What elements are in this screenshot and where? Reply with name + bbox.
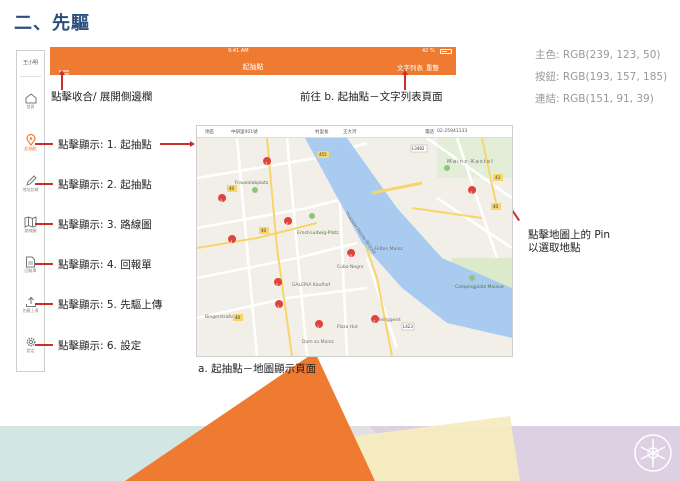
status-time: 9:41 AM [228,48,249,54]
text-list-button[interactable]: 文字列表 [397,62,423,72]
road-number: L3482 [412,146,425,151]
annotation-line [35,303,53,305]
map-info-header: 地區 中研里001號 村里長 王大河 電話 02-25941133 [197,126,512,138]
annotation-show-6: 點擊顯示: 6. 設定 [58,340,142,352]
arrow-right-icon [190,141,195,147]
road-number: 40 [493,204,499,209]
sidebar-item-pickup-point[interactable]: 起抽點 [17,134,44,160]
sidebar: 王小明 首頁 起抽點 地址訪確 路線圖 回報單 先驅上傳 設定 [16,50,45,372]
annotation-line [160,143,190,145]
annotation-show-3: 點擊顯示: 3. 路線圖 [58,219,152,231]
area-value: 中研里001號 [231,130,258,135]
road-number: 40 [229,186,235,191]
refresh-button[interactable]: 重整 [426,62,439,72]
annotation-line [35,183,53,185]
sidebar-item-report[interactable]: 回報單 [17,256,44,282]
map-place-label: Ernst-Ludwig-Platz [297,230,339,236]
sidebar-item-address-check[interactable]: 地址訪確 [17,175,44,201]
sidebar-item-settings[interactable]: 設定 [17,336,44,362]
sidebar-item-label: 起抽點 [24,146,37,151]
gear-icon [26,337,35,347]
road-number: 40 [235,315,241,320]
annotation-line [35,143,53,145]
link-color-info: 連結: RGB(151, 91, 39) [535,93,654,105]
map-place-label: Cubo Negro [337,264,364,270]
sidebar-item-label: 先驅上傳 [22,308,39,313]
app-top-bar: 9:41 AM 42 % 起抽點 文字列表 重整 [50,47,456,78]
map-place-label: Dom zu Mainz [302,339,334,345]
top-bar-title: 起抽點 [242,63,264,71]
button-color-info: 按鈕: RGB(193, 157, 185) [535,71,668,83]
home-icon [25,93,36,104]
road-number: 455 [319,152,327,157]
sidebar-item-label: 首頁 [26,104,35,109]
sidebar-item-label: 地址訪確 [22,187,39,192]
road-number: 40 [261,228,267,233]
map-icon [24,216,37,228]
sidebar-item-upload[interactable]: 先驅上傳 [17,296,44,322]
annotation-line [35,263,53,265]
pencil-icon [25,175,37,186]
annotation-show-5: 點擊顯示: 5. 先驅上傳 [58,299,163,311]
sidebar-item-label: 路線圖 [24,228,37,233]
annotation-line [35,344,53,346]
annotation-show-2: 點擊顯示: 2. 起抽點 [58,179,152,191]
annotation-line [404,73,406,90]
annotation-show-1: 點擊顯示: 1. 起抽點 [58,139,152,151]
map-place-label: Frauenlobplatz [235,180,269,186]
annotation-line [35,223,53,225]
map-place-label: Hilton Mainz [375,246,403,252]
annotation-menu-toggle: 點擊收合/ 展開側邊欄 [51,91,153,103]
page-title: 二、先驅 [14,13,90,34]
primary-color-info: 主色: RGB(239, 123, 50) [535,49,661,61]
map-page-caption: a. 起抽點－地圖顯示頁面 [198,363,317,375]
annotation-pin-hint-2: 以選取地點 [528,242,581,254]
sidebar-item-label: 回報單 [24,268,37,273]
map-place-label: Campingplatz Maiaue [455,284,504,290]
svg-text:10: 10 [347,254,353,259]
phone-label: 電話 [425,130,434,135]
annotation-show-4: 點擊顯示: 4. 回報單 [58,259,152,271]
map-place-label: Pizza Hut [337,324,358,330]
upload-icon [25,296,36,307]
arrow-up-icon [59,70,65,75]
map-page-mockup: 地區 中研里001號 村里長 王大河 電話 02-25941133 Frauen… [196,125,513,357]
owner-label: 村里長 [315,130,329,135]
map-place-label: GALERIA Kaufhof [292,282,331,288]
street-map[interactable]: Frauenlobplatz Ernst-Ludwig-Platz Campin… [197,138,512,356]
owner-value: 王大河 [343,130,357,135]
divider [20,76,41,77]
battery-icon [440,49,452,54]
document-icon [26,256,35,268]
map-place-label: Mainz-Kastel [447,159,494,165]
phone-value: 02-25941133 [437,129,468,134]
arrow-up-icon [402,70,408,75]
status-battery-text: 42 % [422,48,435,54]
area-label: 地區 [205,130,214,135]
road-number: L423 [403,324,413,329]
sidebar-item-label: 設定 [26,348,35,353]
map-place-label: Bingerstraße [205,314,234,320]
map-place-label: Heiliggeist [377,317,401,323]
sidebar-item-route-map[interactable]: 路線圖 [17,216,44,242]
sidebar-item-home[interactable]: 首頁 [17,93,44,119]
brand-logo-icon [634,434,672,472]
sidebar-user-name: 王小明 [22,60,38,66]
annotation-goto-list: 前往 b. 起抽點－文字列表頁面 [300,91,443,103]
road-number: 43 [495,175,501,180]
annotation-line [61,73,63,90]
